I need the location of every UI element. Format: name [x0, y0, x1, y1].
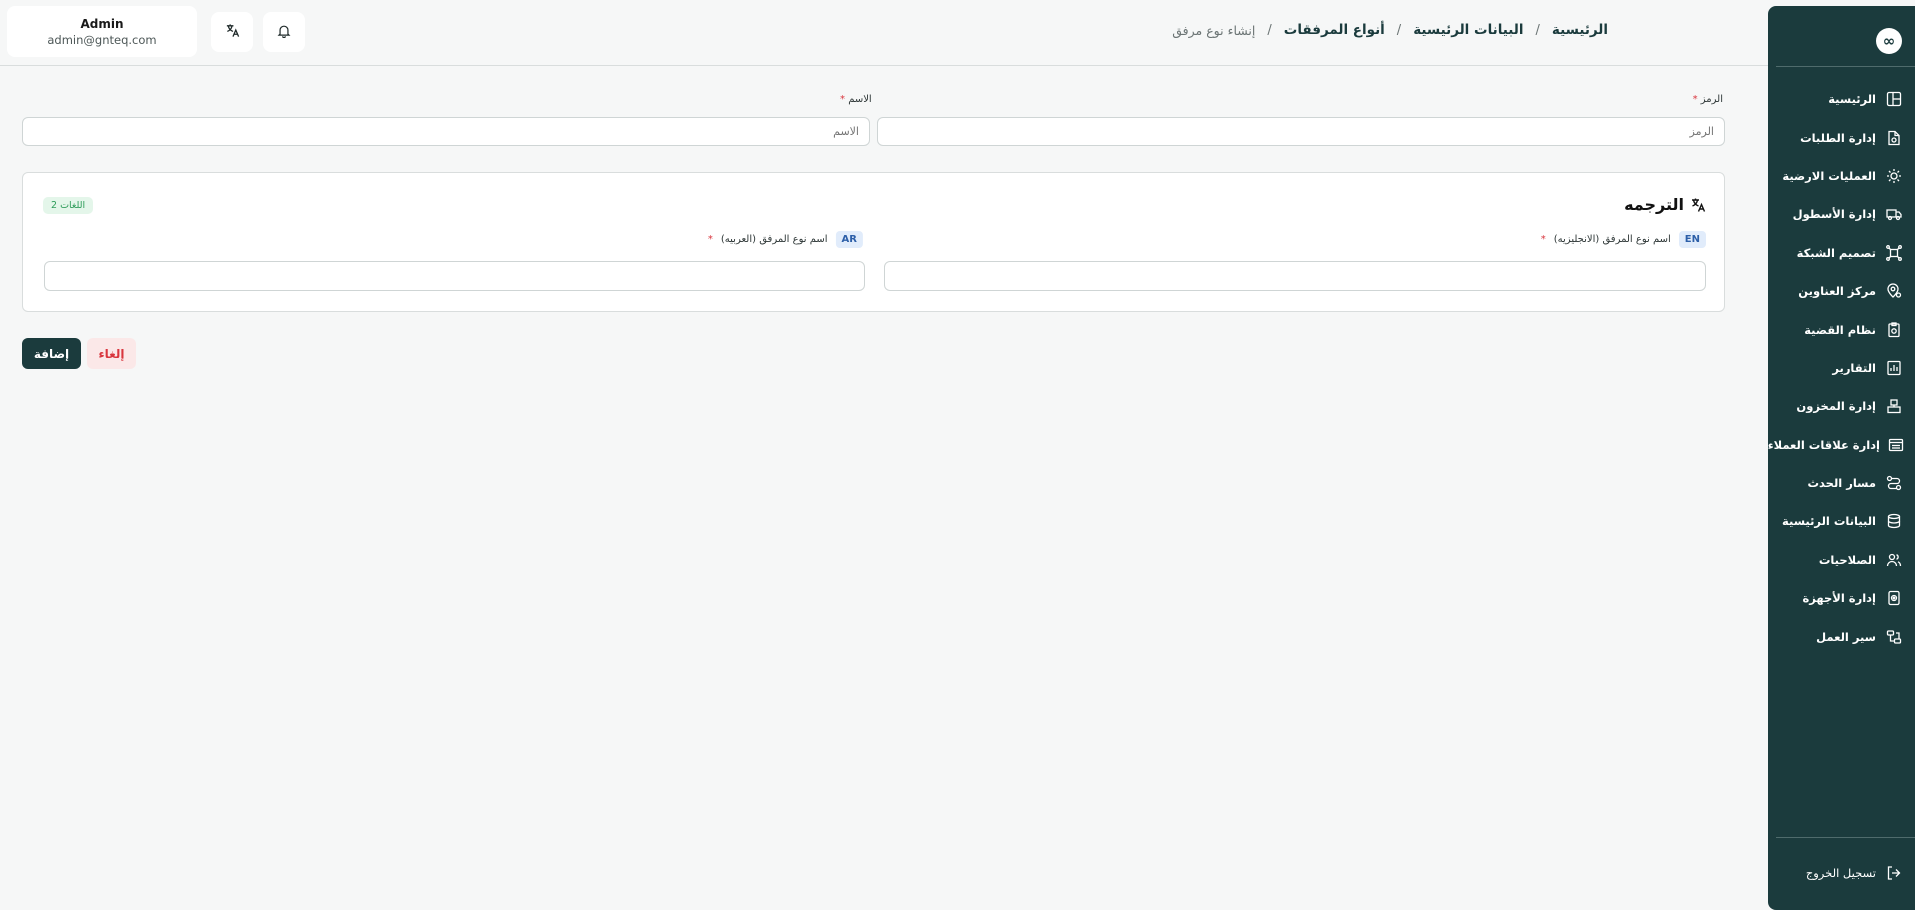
gear-icon	[1884, 166, 1904, 186]
sidebar-item-label: الرئيسية	[1828, 92, 1876, 107]
layout-icon	[1884, 89, 1904, 109]
name-label-text: الاسم	[848, 94, 872, 105]
sidebar-item-devices[interactable]: إدارة الأجهزة	[1768, 579, 1915, 617]
sidebar-item-label: إدارة الأجهزة	[1802, 591, 1876, 606]
name-input[interactable]	[22, 117, 870, 146]
sidebar-item-label: مركز العناوين	[1798, 284, 1876, 299]
language-code-badge: EN	[1678, 231, 1706, 248]
logout-icon	[1884, 863, 1904, 883]
sidebar-item-fleet[interactable]: إدارة الأسطول	[1768, 195, 1915, 233]
required-mark: *	[840, 94, 845, 105]
user-email: admin@gnteq.com	[47, 32, 157, 47]
sidebar-item-label: مسار الحدث	[1807, 476, 1876, 491]
sidebar-item-case-system[interactable]: نظام القضية	[1768, 310, 1915, 348]
file-icon	[1884, 128, 1904, 148]
name-label: الاسم *	[840, 94, 872, 105]
logout-label: تسجيل الخروج	[1805, 865, 1876, 880]
sidebar-item-label: إدارة المخزون	[1796, 399, 1876, 414]
sidebar-item-label: إدارة الطلبات	[1800, 130, 1876, 145]
breadcrumb-current: إنشاء نوع مرفق	[1172, 22, 1256, 38]
sidebar-divider	[1776, 66, 1915, 67]
sidebar-item-label: العمليات الارضية	[1782, 168, 1876, 183]
breadcrumb-separator: /	[1267, 22, 1272, 38]
english-label-text: اسم نوع المرفق (الانجليزيه)	[1553, 234, 1671, 245]
code-input[interactable]	[877, 117, 1725, 146]
language-button[interactable]	[211, 12, 253, 52]
sidebar-item-label: الصلاحيات	[1818, 552, 1876, 567]
translate-icon	[225, 23, 240, 42]
required-mark: *	[1692, 94, 1698, 105]
users-icon	[1884, 550, 1904, 570]
sidebar-item-inventory[interactable]: إدارة المخزون	[1768, 387, 1915, 425]
add-button[interactable]: إضافة	[22, 338, 81, 369]
sidebar-item-master-data[interactable]: البيانات الرئيسية	[1768, 502, 1915, 540]
bell-icon	[277, 23, 291, 42]
breadcrumb-separator: /	[1535, 22, 1540, 38]
code-label: الرمز *	[1693, 94, 1723, 105]
sidebar-item-address-center[interactable]: مركز العناوين	[1768, 272, 1915, 310]
top-header: Admin admin@gnteq.com الرئيسية / البيانا…	[0, 0, 1768, 66]
sidebar-nav: الرئيسية إدارة الطلبات العمليات الارضية …	[1768, 80, 1915, 656]
sidebar-item-crm[interactable]: إدارة علاقات العملاء	[1768, 426, 1915, 464]
translation-title-text: الترجمه	[1624, 195, 1684, 214]
sidebar: ∞ الرئيسية إدارة الطلبات العمليات الارضي…	[1768, 6, 1915, 910]
notifications-button[interactable]	[263, 12, 305, 52]
database-icon	[1884, 511, 1904, 531]
user-menu[interactable]: Admin admin@gnteq.com	[7, 6, 197, 57]
sidebar-logout: تسجيل الخروج	[1768, 854, 1915, 892]
language-code-badge: AR	[835, 231, 863, 248]
route-icon	[1884, 473, 1904, 493]
sidebar-item-home[interactable]: الرئيسية	[1768, 80, 1915, 118]
sidebar-item-label: إدارة علاقات العملاء	[1767, 437, 1880, 452]
sidebar-item-event-route[interactable]: مسار الحدث	[1768, 464, 1915, 502]
user-name: Admin	[80, 16, 124, 31]
breadcrumb-master-data[interactable]: البيانات الرئيسية	[1413, 22, 1523, 38]
sidebar-divider	[1776, 837, 1915, 838]
sidebar-item-label: تصميم الشبكة	[1796, 245, 1876, 260]
device-icon	[1884, 588, 1904, 608]
breadcrumb-separator: /	[1396, 22, 1402, 38]
map-pin-icon	[1884, 281, 1904, 301]
english-field-label: EN اسم نوع المرفق (الانجليزيه) *	[1541, 231, 1706, 248]
truck-icon	[1884, 204, 1904, 224]
breadcrumb-attachment-types[interactable]: أنواع المرفقات	[1284, 22, 1385, 38]
languages-count-badge: 2 اللغات	[43, 197, 94, 214]
translation-title: الترجمه	[1624, 195, 1706, 214]
sidebar-item-ground-ops[interactable]: العمليات الارضية	[1768, 157, 1915, 195]
sidebar-item-orders[interactable]: إدارة الطلبات	[1768, 118, 1915, 156]
english-name-input[interactable]	[884, 261, 1706, 291]
translation-card: الترجمه 2 اللغات EN اسم نوع المرفق (الان…	[22, 172, 1725, 312]
sidebar-item-label: سير العمل	[1816, 629, 1876, 644]
warehouse-icon	[1884, 396, 1904, 416]
workflow-icon	[1884, 627, 1904, 647]
arabic-label-text: اسم نوع المرفق (العربيه)	[720, 234, 828, 245]
app-logo[interactable]: ∞	[1876, 28, 1902, 54]
breadcrumb-home[interactable]: الرئيسية	[1552, 22, 1608, 38]
sidebar-item-label: البيانات الرئيسية	[1782, 514, 1876, 529]
cancel-button[interactable]: إلغاء	[87, 338, 136, 369]
sidebar-item-network-design[interactable]: تصميم الشبكة	[1768, 234, 1915, 272]
code-label-text: الرمز	[1700, 94, 1723, 105]
sidebar-item-reports[interactable]: التقارير	[1768, 349, 1915, 387]
logout-button[interactable]: تسجيل الخروج	[1768, 854, 1915, 892]
sidebar-item-label: نظام القضية	[1804, 322, 1876, 337]
crm-icon	[1888, 435, 1904, 455]
translate-icon	[1690, 197, 1706, 213]
case-icon	[1884, 320, 1904, 340]
arabic-name-input[interactable]	[44, 261, 865, 291]
sidebar-item-label: إدارة الأسطول	[1792, 207, 1876, 222]
required-mark: *	[707, 234, 713, 245]
sidebar-item-label: التقارير	[1832, 360, 1876, 375]
arabic-field-label: AR اسم نوع المرفق (العربيه) *	[708, 231, 863, 248]
report-icon	[1884, 358, 1904, 378]
sidebar-item-permissions[interactable]: الصلاحيات	[1768, 541, 1915, 579]
breadcrumb: الرئيسية / البيانات الرئيسية / أنواع الم…	[1172, 22, 1608, 38]
network-icon	[1884, 243, 1904, 263]
sidebar-item-workflow[interactable]: سير العمل	[1768, 617, 1915, 655]
required-mark: *	[1540, 234, 1546, 245]
